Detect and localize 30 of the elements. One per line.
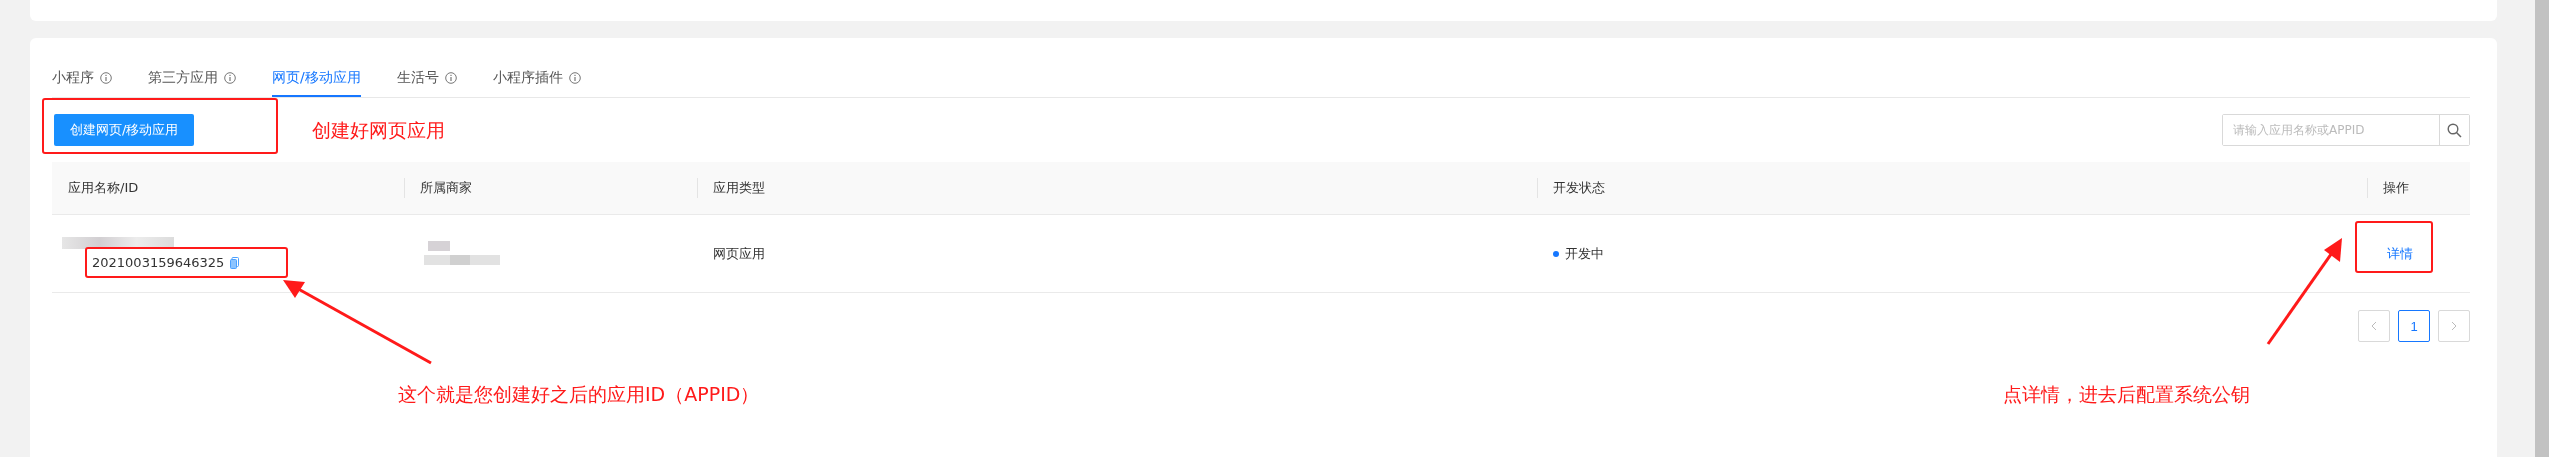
column-header: 操作	[2367, 162, 2470, 215]
info-icon	[100, 72, 112, 84]
next-page-button[interactable]	[2438, 310, 2470, 342]
search-icon	[2447, 122, 2462, 138]
tab[interactable]: 小程序	[52, 61, 112, 97]
tab[interactable]: 小程序插件	[492, 61, 581, 97]
column-header: 应用名称/ID	[52, 162, 404, 215]
tab[interactable]: 网页/移动应用	[272, 61, 361, 97]
app-id: 2021003159646325	[92, 255, 225, 270]
annotation-text: 创建好网页应用	[312, 118, 445, 143]
tab[interactable]: 第三方应用	[148, 61, 236, 97]
annotation-text: 点详情，进去后配置系统公钥	[2003, 382, 2250, 407]
info-icon	[568, 72, 581, 84]
info-icon	[444, 72, 457, 84]
details-link[interactable]: 详情	[2387, 244, 2470, 263]
column-header: 应用类型	[697, 162, 1537, 215]
previous-page-button[interactable]	[2358, 310, 2390, 342]
app-type: 网页应用	[713, 244, 766, 263]
column-header: 开发状态	[1537, 162, 2367, 215]
status-text: 开发中	[1565, 244, 1604, 263]
info-icon	[224, 72, 236, 84]
tab[interactable]: 生活号	[396, 61, 457, 97]
search-field[interactable]: 请输入应用名称或APPID	[2222, 114, 2470, 146]
column-header: 所属商家	[404, 162, 697, 215]
search-button[interactable]	[2439, 115, 2469, 145]
annotation-text: 这个就是您创建好之后的应用ID（APPID）	[398, 382, 760, 407]
chevron-right-icon	[2451, 321, 2457, 331]
chevron-left-icon	[2371, 321, 2377, 331]
page-button[interactable]: 1	[2398, 310, 2430, 342]
copy-icon[interactable]	[230, 256, 240, 269]
